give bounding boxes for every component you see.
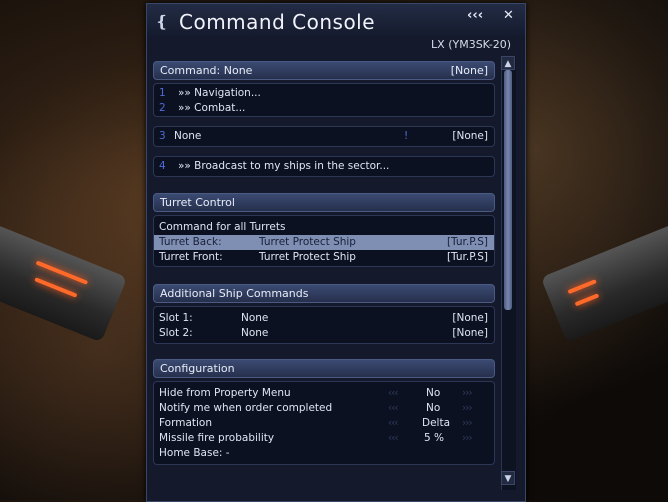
engine-light bbox=[34, 277, 78, 298]
turret-row-back[interactable]: Turret Back: Turret Protect Ship [Tur.P.… bbox=[154, 235, 494, 250]
slot-value: None bbox=[241, 312, 269, 324]
config-name: Home Base: - bbox=[159, 447, 230, 459]
increase-arrows-icon[interactable]: ››› bbox=[462, 401, 473, 416]
scrollbar-thumb[interactable] bbox=[504, 70, 512, 310]
config-value: Delta bbox=[422, 417, 451, 429]
all-turrets-label: Command for all Turrets bbox=[159, 221, 286, 233]
collapse-button[interactable]: ‹‹‹ bbox=[467, 8, 483, 23]
scroll-down-button[interactable]: ▼ bbox=[501, 471, 515, 485]
close-button[interactable]: ✕ bbox=[503, 8, 514, 23]
slot-status: [None] bbox=[452, 327, 488, 339]
additional-slot-2[interactable]: Slot 2: None [None] bbox=[154, 326, 494, 341]
command-option-navigation[interactable]: 1 »» Navigation... bbox=[154, 86, 494, 101]
command-header-label: Command: None bbox=[160, 64, 253, 77]
config-home-base[interactable]: Home Base: - bbox=[154, 446, 494, 461]
turret-name: Turret Front: bbox=[159, 251, 223, 263]
command-header[interactable]: Command: None [None] bbox=[153, 61, 495, 80]
engine-light bbox=[567, 279, 597, 295]
config-name: Formation bbox=[159, 417, 212, 429]
config-name: Missile fire probability bbox=[159, 432, 275, 444]
slot-4-row: 4 »» Broadcast to my ships in the sector… bbox=[154, 159, 494, 174]
configuration-panel: Hide from Property Menu ‹‹‹ No ››› Notif… bbox=[153, 381, 495, 465]
slot-name: Slot 1: bbox=[159, 312, 193, 324]
broadcast-label: »» Broadcast to my ships in the sector..… bbox=[178, 160, 390, 172]
config-hide-from-property-menu[interactable]: Hide from Property Menu ‹‹‹ No ››› bbox=[154, 386, 494, 401]
slot-value: None bbox=[241, 327, 269, 339]
additional-commands-header: Additional Ship Commands bbox=[153, 284, 495, 303]
title-bar: ❴ Command Console ‹‹‹ ✕ bbox=[147, 4, 525, 38]
config-name: Notify me when order completed bbox=[159, 402, 333, 414]
option-number: 1 bbox=[159, 87, 166, 99]
turret-command-short: [Tur.P.S] bbox=[446, 236, 488, 248]
scroll-up-button[interactable]: ▲ bbox=[501, 56, 515, 70]
config-value: No bbox=[426, 402, 441, 414]
turret-control-title: Turret Control bbox=[160, 196, 235, 209]
slot-value: None bbox=[174, 130, 202, 142]
slot-3-row: 3 None ! [None] bbox=[154, 129, 494, 144]
turret-row-front[interactable]: Turret Front: Turret Protect Ship [Tur.P… bbox=[154, 250, 494, 265]
turret-command: Turret Protect Ship bbox=[259, 251, 356, 263]
additional-commands-title: Additional Ship Commands bbox=[160, 287, 309, 300]
slot-number: 3 bbox=[159, 130, 166, 142]
option-label: »» Navigation... bbox=[178, 87, 261, 99]
command-slot-4[interactable]: 4 »» Broadcast to my ships in the sector… bbox=[153, 156, 495, 177]
option-number: 2 bbox=[159, 102, 166, 114]
turret-command: Turret Protect Ship bbox=[259, 236, 356, 248]
increase-arrows-icon[interactable]: ››› bbox=[462, 431, 473, 446]
slot-number: 4 bbox=[159, 160, 166, 172]
slot-marker: ! bbox=[404, 130, 409, 142]
decrease-arrows-icon[interactable]: ‹‹‹ bbox=[388, 401, 399, 416]
ship-identifier: LX (YM3SK-20) bbox=[431, 38, 511, 51]
config-value: No bbox=[426, 387, 441, 399]
config-name: Hide from Property Menu bbox=[159, 387, 291, 399]
config-notify-when-completed[interactable]: Notify me when order completed ‹‹‹ No ››… bbox=[154, 401, 494, 416]
turret-name: Turret Back: bbox=[159, 236, 222, 248]
slot-name: Slot 2: bbox=[159, 327, 193, 339]
decrease-arrows-icon[interactable]: ‹‹‹ bbox=[388, 431, 399, 446]
additional-slot-1[interactable]: Slot 1: None [None] bbox=[154, 311, 494, 326]
decrease-arrows-icon[interactable]: ‹‹‹ bbox=[388, 386, 399, 401]
additional-commands-panel: Slot 1: None [None] Slot 2: None [None] bbox=[153, 306, 495, 344]
configuration-header: Configuration bbox=[153, 359, 495, 378]
option-label: »» Combat... bbox=[178, 102, 246, 114]
window-title: Command Console bbox=[179, 10, 376, 34]
all-turrets-command[interactable]: Command for all Turrets bbox=[154, 220, 494, 235]
increase-arrows-icon[interactable]: ››› bbox=[462, 386, 473, 401]
command-option-combat[interactable]: 2 »» Combat... bbox=[154, 101, 494, 116]
console-content: Command: None [None] 1 »» Navigation... … bbox=[147, 56, 509, 501]
turret-command-short: [Tur.P.S] bbox=[446, 251, 488, 263]
command-console-window: ❴ Command Console ‹‹‹ ✕ LX (YM3SK-20) Co… bbox=[146, 3, 526, 502]
config-value: 5 % bbox=[424, 432, 444, 444]
config-missile-fire-probability[interactable]: Missile fire probability ‹‹‹ 5 % ››› bbox=[154, 431, 494, 446]
console-logo-icon: ❴ bbox=[155, 12, 169, 31]
command-slot-3[interactable]: 3 None ! [None] bbox=[153, 126, 495, 147]
slot-status: [None] bbox=[452, 130, 488, 142]
increase-arrows-icon[interactable]: ››› bbox=[462, 416, 473, 431]
turret-panel: Command for all Turrets Turret Back: Tur… bbox=[153, 215, 495, 267]
engine-light bbox=[574, 293, 600, 307]
turret-control-header: Turret Control bbox=[153, 193, 495, 212]
command-options-panel: 1 »» Navigation... 2 »» Combat... bbox=[153, 83, 495, 117]
command-header-status: [None] bbox=[450, 64, 488, 77]
decrease-arrows-icon[interactable]: ‹‹‹ bbox=[388, 416, 399, 431]
slot-status: [None] bbox=[452, 312, 488, 324]
config-formation[interactable]: Formation ‹‹‹ Delta ››› bbox=[154, 416, 494, 431]
configuration-title: Configuration bbox=[160, 362, 235, 375]
